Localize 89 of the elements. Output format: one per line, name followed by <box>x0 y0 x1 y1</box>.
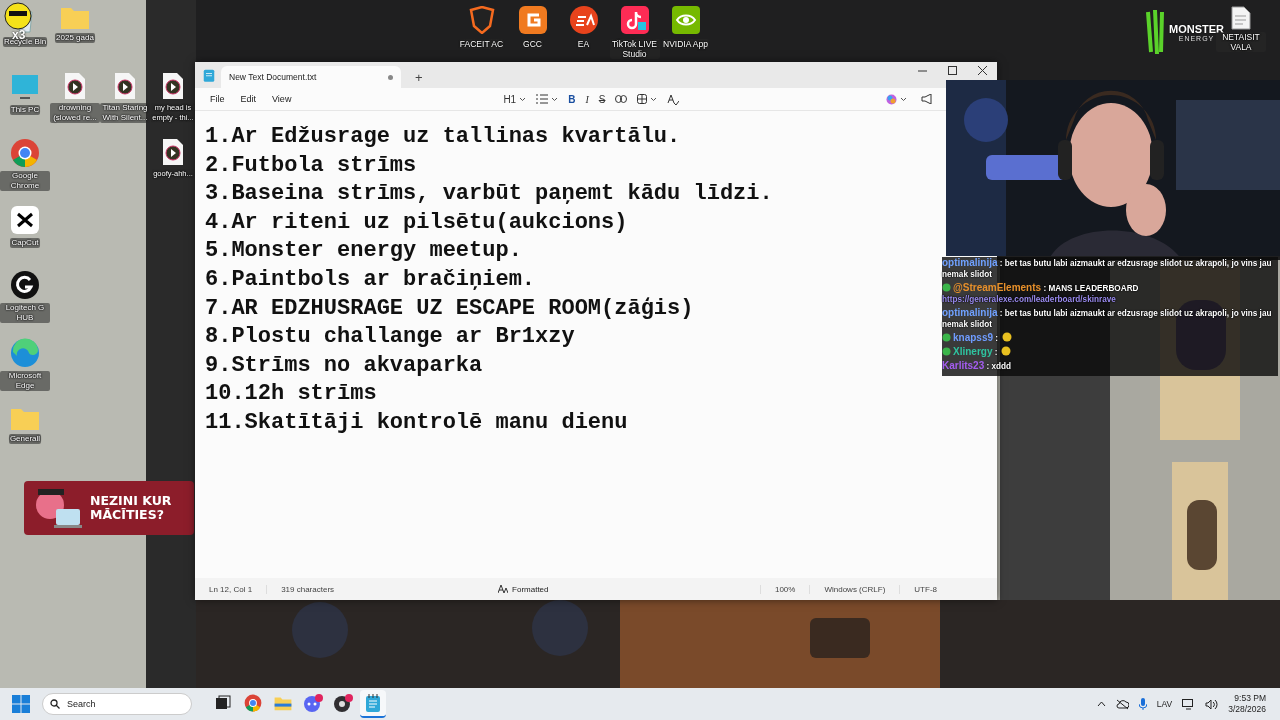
logo-text: MONSTER <box>1169 22 1224 35</box>
task-view-icon[interactable] <box>215 695 231 711</box>
caret-icon <box>519 96 527 102</box>
microphone-icon[interactable] <box>1138 698 1147 710</box>
cursor-position: Ln 12, Col 1 <box>195 584 268 594</box>
banner-text: NEZINI KUR MĀCĪTIES? <box>90 494 172 522</box>
font-icon <box>498 585 509 593</box>
chat-message: Karlits23 : xddd <box>942 360 1012 372</box>
network-icon[interactable] <box>1182 698 1196 710</box>
caret-icon <box>900 96 907 102</box>
heading-dropdown[interactable]: H1 <box>503 93 527 105</box>
icon-label[interactable]: CapCut <box>10 238 40 248</box>
notepad-icon[interactable] <box>365 694 381 712</box>
italic-button[interactable]: I <box>585 93 589 105</box>
icon-label[interactable]: Generall <box>8 434 42 444</box>
icon-label[interactable]: drowning (slowed re... <box>50 103 100 123</box>
menu-item[interactable]: File <box>203 92 232 106</box>
search-icon <box>50 699 60 709</box>
folder-icon[interactable] <box>274 695 292 711</box>
copilot-dropdown[interactable] <box>886 93 907 105</box>
link-button[interactable] <box>615 95 628 103</box>
icon-label[interactable]: This PC <box>9 105 41 115</box>
new-tab-button[interactable]: + <box>407 66 431 88</box>
icon-label[interactable]: TikTok LIVE Studio <box>609 39 660 59</box>
shield-icon <box>467 6 496 34</box>
video-file-icon <box>63 72 87 100</box>
icon-label[interactable]: Logitech G HUB <box>0 303 50 323</box>
close-icon[interactable] <box>977 65 987 75</box>
format-toggle[interactable]: Formatted <box>498 584 549 594</box>
obs-icon[interactable] <box>333 694 353 712</box>
language-indicator[interactable]: LAV <box>1156 699 1173 709</box>
chevron-up-icon[interactable] <box>1096 701 1106 707</box>
ad-banner[interactable]: NEZINI KUR MĀCĪTIES? <box>24 481 194 535</box>
text-line: 11.Skatītāji kontrolē manu dienu <box>205 408 628 437</box>
capcut-icon <box>10 205 40 235</box>
megaphone-icon[interactable] <box>921 94 933 104</box>
icon-label[interactable]: Microsoft Edge <box>0 371 50 391</box>
chat-message: knapss9 : <box>953 332 999 344</box>
caret-icon <box>650 96 658 102</box>
text-line: 7.AR EDZHUSRAGE UZ ESCAPE ROOM(zāģis) <box>205 294 694 323</box>
clock-date[interactable]: 3/28/2026 <box>1228 704 1266 715</box>
text-line: 8.Plostu challange ar Br1xzy <box>205 323 575 352</box>
claw-mark-icon <box>1145 8 1167 56</box>
start-icon[interactable] <box>12 695 30 713</box>
strikethrough-button[interactable]: S <box>598 93 606 105</box>
monitor-icon <box>10 72 40 102</box>
video-file-icon <box>161 138 185 166</box>
encoding: UTF-8 <box>913 584 938 594</box>
bold-button[interactable]: B <box>568 93 576 105</box>
search-field[interactable]: Search <box>42 693 192 715</box>
caret-icon <box>551 96 559 102</box>
text-line: 6.Paintbols ar bračiņiem. <box>205 265 536 294</box>
video-file-icon <box>113 72 137 100</box>
table-dropdown[interactable] <box>637 94 658 104</box>
icon-label[interactable]: 2025 gada <box>55 33 95 43</box>
document-icon <box>1231 6 1251 30</box>
line-endings: Windows (CRLF) <box>810 584 901 594</box>
menu-item[interactable]: Edit <box>233 92 264 106</box>
smiley-sticker-icon <box>4 2 34 30</box>
text-line: 10.12h strīms <box>205 380 377 409</box>
text-line: 4.Ar riteni uz pilsētu(aukcions) <box>205 208 628 237</box>
text-line: 2.Futbola strīms <box>205 151 417 180</box>
cloud-off-icon[interactable] <box>1115 698 1129 710</box>
chrome-icon[interactable] <box>244 694 262 712</box>
discord-icon[interactable] <box>303 694 323 712</box>
volume-icon[interactable] <box>1205 698 1219 710</box>
edge-icon <box>10 338 40 368</box>
icon-label[interactable]: NETAISIT VALA <box>1216 32 1266 52</box>
text-line: 5.Monster energy meetup. <box>205 237 522 266</box>
character-count: 319 characters <box>280 584 336 594</box>
list-dropdown[interactable] <box>536 94 559 104</box>
logitech-icon <box>10 270 40 300</box>
icon-label[interactable]: Titan Staring With Silent... <box>100 103 150 123</box>
tiktok-icon <box>620 6 649 34</box>
menu-item[interactable]: View <box>265 92 299 106</box>
spellcheck-button[interactable] <box>667 93 680 105</box>
notepad-icon <box>203 68 215 82</box>
text-line: 3.Baseina strīms, varbūt paņemt kādu līdzi. <box>205 180 773 209</box>
maximize-icon[interactable] <box>947 65 957 75</box>
chat-message: Xlinergy : <box>953 346 998 358</box>
text-line: 1.Ar Edžusrage uz tallinas kvartālu. <box>205 123 681 151</box>
nvidia-icon <box>671 6 700 34</box>
chrome-icon <box>10 138 40 168</box>
text-line: 9.Strīms no akvaparka <box>205 351 483 380</box>
icon-label[interactable]: Google Chrome <box>0 171 50 191</box>
clock-time[interactable]: 9:53 PM <box>1234 693 1266 704</box>
zoom-level: 100% <box>759 584 811 594</box>
video-file-icon <box>161 72 185 100</box>
document-tab[interactable]: New Text Document.txt <box>221 66 401 88</box>
